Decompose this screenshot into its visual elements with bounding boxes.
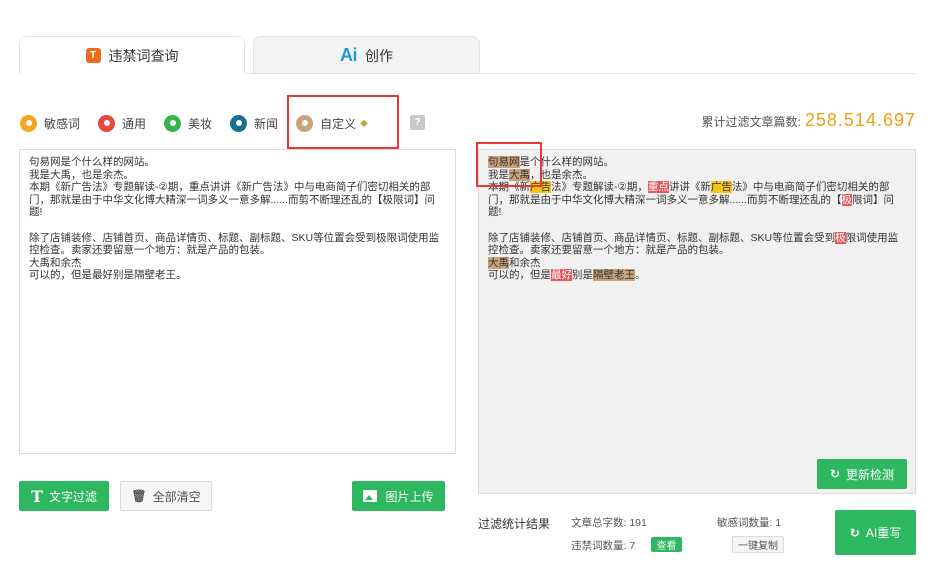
result-line: 大禹和余杰 (488, 256, 906, 270)
result-text: 和余杰 (509, 256, 541, 269)
highlight-box (287, 95, 399, 149)
image-upload-button[interactable]: 图片上传 (352, 481, 445, 511)
sensitive-word-count: 敏感词数量: 1 (717, 517, 782, 529)
ai-logo-icon: Ai (340, 45, 358, 65)
result-text: 可以的，但是 (488, 269, 551, 282)
counter-value: 258.514.697 (804, 110, 916, 130)
result-text: 门，那就是由于中华文化博大精深一词多义一意多解......而剪不断理还乱的【 (488, 193, 842, 206)
result-text: 讲讲《新 (668, 181, 711, 194)
result-text: 。 (635, 269, 646, 282)
result-line (488, 219, 906, 232)
text-line (29, 219, 446, 232)
radio-icon (98, 114, 116, 132)
text-line: 我是大禹，也是余杰。 (29, 168, 134, 181)
t-logo-icon: T (85, 48, 101, 63)
stats-title: 过滤统计结果 (478, 517, 551, 531)
tab-ai-create[interactable]: Ai 创作 (253, 36, 480, 74)
category-label: 新闻 (254, 116, 279, 131)
category-label: 敏感词 (44, 116, 81, 131)
highlight-box (476, 142, 542, 187)
result-text: 除了店铺装修、店铺首页、商品详情页、标题、副标题、SKU等位置会受到 (488, 231, 836, 244)
result-text: 限词使用监 (845, 231, 899, 244)
counter-label: 累计过滤文章篇数: (701, 115, 801, 129)
button-label: 文字过滤 (48, 489, 97, 504)
text-line: 句易网是个什么样的网站。 (29, 156, 155, 168)
category-label: 通用 (122, 116, 147, 131)
copy-button[interactable]: 一键复制 (732, 536, 784, 553)
tab-label: 违禁词查询 (108, 47, 179, 64)
radio-icon (164, 114, 182, 132)
result-line: 除了店铺装修、店铺首页、商品详情页、标题、副标题、SKU等位置会受到极限词使用监 (488, 231, 906, 245)
result-panel: 句易网是个什么样的网站。 我是大禹，也是余杰。 本期《新广告法》专题解读-②期，重点… (478, 149, 916, 494)
result-line: 本期《新广告法》专题解读-②期，重点讲讲《新广告法》中与电商简子们密切相关的部 (488, 181, 906, 194)
category-label: 美妆 (188, 116, 213, 131)
text-line: 题! (29, 206, 43, 219)
result-line: 可以的，但是最好别是隔壁老王。 (488, 269, 906, 282)
radio-icon (20, 114, 37, 132)
category-beauty[interactable]: 美妆 (164, 114, 213, 132)
button-label: AI重写 (865, 526, 902, 540)
refresh-icon: ↻ (849, 525, 860, 540)
total-word-count: 文章总字数: 191 (571, 517, 647, 529)
text-icon: T (31, 486, 43, 506)
help-icon[interactable]: ? (410, 115, 425, 130)
text-line: 除了店铺装修、店铺首页、商品详情页、标题、副标题、SKU等位置会受到极限词使用监 (29, 231, 440, 244)
highlighted-word: 广告 (710, 181, 732, 194)
result-line: 控检查。卖家还要留意一个地方：就是产品的包装。 (488, 244, 906, 257)
text-line: 门，那就是由于中华文化博大精深一词多义一意多解......而剪不断理还乱的【极限… (29, 193, 436, 206)
image-icon (363, 490, 378, 502)
text-line: 控检查。卖家还要留意一个地方：就是产品的包装。 (29, 244, 271, 257)
text-line: 可以的，但是最好别是隔壁老王。 (29, 269, 187, 282)
result-text: 法》专题解读-②期， (551, 181, 648, 194)
button-label: 图片上传 (385, 489, 434, 504)
result-text: 题! (488, 206, 502, 219)
input-textarea[interactable]: 句易网是个什么样的网站。 我是大禹，也是余杰。 本期《新广告法》专题解读-②期，… (19, 149, 456, 454)
highlighted-word: 极 (835, 231, 846, 244)
text-line: 大禹和余杰 (29, 256, 82, 269)
tab-label: 创作 (365, 47, 393, 64)
text-filter-button[interactable]: T 文字过滤 (19, 481, 109, 511)
tab-divider (246, 73, 916, 74)
result-line: 门，那就是由于中华文化博大精深一词多义一意多解......而剪不断理还乱的【极限… (488, 193, 906, 207)
radio-icon (230, 114, 248, 132)
highlighted-word: 大禹 (488, 256, 509, 269)
highlighted-word: 隔壁老王 (593, 269, 635, 282)
text-line: 本期《新广告法》专题解读-②期，重点讲讲《新广告法》中与电商简子们密切相关的部 (29, 181, 431, 194)
result-text: 限词】问 (852, 193, 895, 206)
category-general[interactable]: 通用 (98, 114, 147, 132)
button-label: 全部清空 (152, 489, 201, 504)
result-text: 控检查。卖家还要留意一个地方：就是产品的包装。 (488, 244, 730, 257)
ai-rewrite-button[interactable]: ↻ AI重写 (835, 510, 916, 555)
highlighted-word: 最好 (551, 269, 572, 282)
banned-word-count: 违禁词数量: 7 (571, 540, 636, 552)
refresh-icon: ↻ (829, 467, 841, 481)
highlighted-word: 极 (841, 193, 853, 206)
result-line: 我是大禹，也是余杰。 (488, 168, 906, 182)
category-sensitive[interactable]: 敏感词 (20, 114, 81, 132)
button-label: 更新检测 (846, 467, 895, 482)
filter-counter: 累计过滤文章篇数: 258.514.697 (702, 110, 916, 131)
trash-icon: 🗑 (131, 489, 147, 503)
result-text: 别是 (572, 269, 593, 282)
result-text: 法》中与电商简子们密切相关的部 (731, 181, 890, 194)
clear-all-button[interactable]: 🗑 全部清空 (120, 481, 212, 511)
result-line: 句易网是个什么样的网站。 (488, 156, 906, 169)
recheck-button[interactable]: ↻ 更新检测 (817, 459, 907, 489)
category-news[interactable]: 新闻 (230, 114, 279, 132)
view-button[interactable]: 查看 (651, 537, 682, 552)
tab-banned-word-query[interactable]: T 违禁词查询 (19, 36, 245, 74)
result-line: 题! (488, 206, 906, 219)
highlighted-word: 重点 (647, 181, 669, 194)
